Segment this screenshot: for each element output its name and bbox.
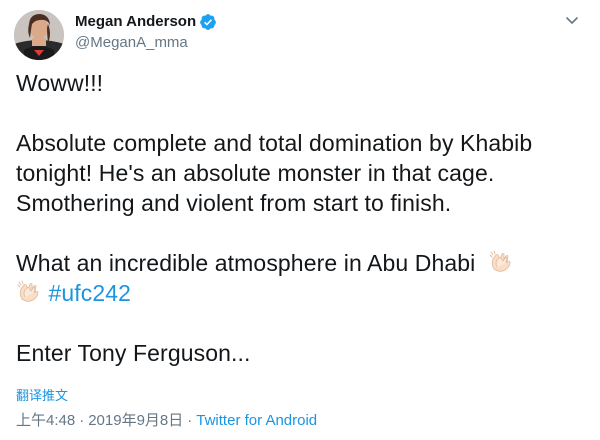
tweet-text: Woww!!! Absolute complete and total domi… <box>16 68 586 368</box>
tweet-line: Smothering and violent from start to fin… <box>16 190 452 216</box>
tweet-line-atmosphere: What an incredible atmosphere in Abu Dha… <box>16 248 586 278</box>
tweet-line: tonight! He's an absolute monster in tha… <box>16 160 495 186</box>
tweet-time[interactable]: 上午4:48 <box>16 412 75 429</box>
clapping-hands-icon <box>16 279 42 305</box>
display-name[interactable]: Megan Anderson <box>75 12 196 32</box>
chevron-down-icon[interactable] <box>564 12 580 28</box>
tweet-metadata: 上午4:48 · 2019年9月8日 · Twitter for Android <box>16 411 317 431</box>
separator: · <box>79 412 85 429</box>
tweet-date[interactable]: 2019年9月8日 <box>88 412 183 429</box>
tweet-line: Absolute complete and total domination b… <box>16 130 533 156</box>
tweet-line-text: What an incredible atmosphere in Abu Dha… <box>16 250 476 276</box>
avatar-photo-icon <box>14 10 64 60</box>
separator: · <box>187 412 193 429</box>
clapping-hands-icon <box>488 249 514 275</box>
author-block: Megan Anderson @MeganA_mma <box>75 12 217 53</box>
tweet-line-hashtag: #ufc242 <box>16 278 586 308</box>
handle[interactable]: @MeganA_mma <box>75 33 217 53</box>
translate-tweet-link[interactable]: 翻译推文 <box>16 387 68 405</box>
avatar[interactable] <box>14 10 64 60</box>
hashtag-link[interactable]: #ufc242 <box>49 280 132 306</box>
tweet-card: Megan Anderson @MeganA_mma Woww!!! Absol… <box>0 0 600 440</box>
display-name-row: Megan Anderson <box>75 12 217 32</box>
tweet-line: Woww!!! <box>16 70 104 96</box>
verified-badge-icon <box>199 13 217 31</box>
tweet-line: Enter Tony Ferguson... <box>16 340 251 366</box>
tweet-source-link[interactable]: Twitter for Android <box>196 412 317 429</box>
